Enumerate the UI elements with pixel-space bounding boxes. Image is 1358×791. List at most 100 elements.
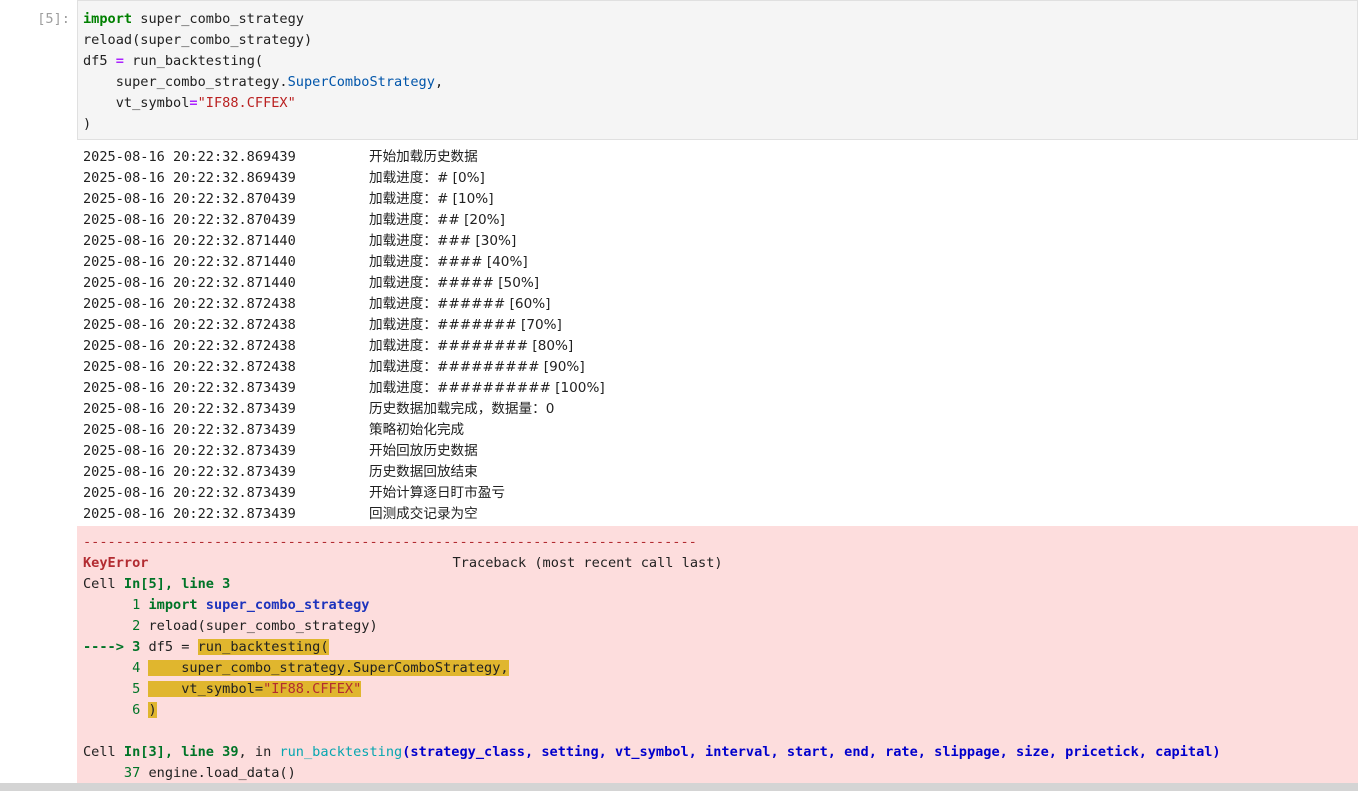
log-timestamp: 2025-08-16 20:22:32.872438 [83,317,296,333]
cell-word: Cell [83,744,124,760]
log-row: 2025-08-16 20:22:32.872438 加载进度：######## … [83,336,605,357]
code-text: df5 [83,53,116,69]
code-line-2: reload(super_combo_strategy) [83,30,443,51]
log-row: 2025-08-16 20:22:32.872438 加载进度：####### [… [83,315,605,336]
tb-line-3: ----> 3 df5 = run_backtesting( [83,637,1221,658]
highlighted-string: "IF88.CFFEX" [263,681,362,697]
log-message: 开始回放历史数据 [369,443,478,459]
cell-line-ref: line 39 [181,744,239,760]
error-type: KeyError [83,555,149,571]
highlighted-code: run_backtesting( [197,639,329,655]
log-timestamp: 2025-08-16 20:22:32.873439 [83,380,296,396]
log-timestamp: 2025-08-16 20:22:32.873439 [83,422,296,438]
error-traceback: ----------------------------------------… [77,526,1358,791]
log-timestamp: 2025-08-16 20:22:32.871440 [83,275,296,291]
log-row: 2025-08-16 20:22:32.871440 加载进度：#### [40%… [83,252,605,273]
tb-line-6: 6 ) [83,700,1221,721]
log-timestamp: 2025-08-16 20:22:32.872438 [83,338,296,354]
code-text: df5 = [148,639,198,655]
code-text: run_backtesting( [123,53,264,69]
log-row: 2025-08-16 20:22:32.873439 开始回放历史数据 [83,441,605,462]
horizontal-scrollbar[interactable] [0,783,1358,791]
module-name: super_combo_strategy [197,597,370,613]
code-cell-editor[interactable]: import super_combo_strategy reload(super… [77,0,1358,140]
traceback-header: KeyError Traceback (most recent call last… [83,553,1221,574]
log-message: 加载进度：######## [80%] [369,338,574,354]
log-row: 2025-08-16 20:22:32.871440 加载进度：### [30%] [83,231,605,252]
log-timestamp: 2025-08-16 20:22:32.873439 [83,401,296,417]
highlighted-code: vt_symbol= [148,681,264,697]
traceback-separator: ----------------------------------------… [83,534,697,550]
keyword-import: import [148,597,198,613]
log-timestamp: 2025-08-16 20:22:32.873439 [83,485,296,501]
traceback-cell-ref-2: Cell In[3], line 39, in run_backtesting(… [83,742,1221,763]
operator: = [115,53,124,69]
log-timestamp: 2025-08-16 20:22:32.873439 [83,506,296,522]
cell-word: Cell [83,576,124,592]
line-number: 5 [83,681,149,697]
log-row: 2025-08-16 20:22:32.872438 加载进度：#########… [83,357,605,378]
log-timestamp: 2025-08-16 20:22:32.873439 [83,464,296,480]
log-timestamp: 2025-08-16 20:22:32.869439 [83,170,296,186]
line-number: 1 [83,597,149,613]
log-message: 策略初始化完成 [369,422,465,438]
operator: = [189,95,198,111]
code-line-4: super_combo_strategy.SuperComboStrategy, [83,72,443,93]
code-text: reload(super_combo_strategy) [83,32,313,48]
log-message: 历史数据回放结束 [369,464,478,480]
log-message: 加载进度：########## [100%] [369,380,605,396]
tb-line-4: 4 super_combo_strategy.SuperComboStrateg… [83,658,1221,679]
code-lines: import super_combo_strategy reload(super… [83,9,443,135]
function-args: (strategy_class, setting, vt_symbol, int… [402,744,1221,760]
tb-line-2: 2 reload(super_combo_strategy) [83,616,1221,637]
log-message: 回测成交记录为空 [369,506,478,522]
log-message: 加载进度：### [30%] [369,233,517,249]
code-text: vt_symbol [83,95,190,111]
tb-line-1: 1 import super_combo_strategy [83,595,1221,616]
log-row: 2025-08-16 20:22:32.870439 加载进度：## [20%] [83,210,605,231]
sep: , [164,744,182,760]
code-text: super_combo_strategy [132,11,304,27]
log-row: 2025-08-16 20:22:32.873439 开始计算逐日盯市盈亏 [83,483,605,504]
cell-line-ref: line 3 [181,576,231,592]
log-timestamp: 2025-08-16 20:22:32.873439 [83,443,296,459]
code-line-5: vt_symbol="IF88.CFFEX" [83,93,443,114]
in-word: , in [238,744,280,760]
log-row: 2025-08-16 20:22:32.869439 开始加载历史数据 [83,147,605,168]
log-message: 加载进度：# [10%] [369,191,494,207]
log-message: 开始计算逐日盯市盈亏 [369,485,505,501]
log-timestamp: 2025-08-16 20:22:32.872438 [83,359,296,375]
log-message: 历史数据加载完成，数据量：0 [369,401,555,417]
cell-in-ref: In[3] [123,744,165,760]
log-message: 加载进度：##### [50%] [369,275,540,291]
line-number: 4 [83,660,149,676]
log-row: 2025-08-16 20:22:32.873439 加载进度：#########… [83,378,605,399]
log-message: 加载进度：####### [70%] [369,317,562,333]
log-timestamp: 2025-08-16 20:22:32.870439 [83,212,296,228]
log-row: 2025-08-16 20:22:32.873439 历史数据加载完成，数据量：0 [83,399,605,420]
code-text: super_combo_strategy. [83,74,288,90]
log-message: 加载进度：######### [90%] [369,359,585,375]
traceback-label: Traceback (most recent call last) [452,555,723,571]
traceback-cell-ref: Cell In[5], line 3 [83,574,1221,595]
cell-in-ref: In[5] [123,576,165,592]
log-message: 加载进度：## [20%] [369,212,505,228]
log-row: 2025-08-16 20:22:32.870439 加载进度：# [10%] [83,189,605,210]
log-message: 开始加载历史数据 [369,149,478,165]
line-number: 2 [83,618,149,634]
log-row: 2025-08-16 20:22:32.869439 加载进度：# [0%] [83,168,605,189]
keyword-import: import [83,11,133,27]
log-timestamp: 2025-08-16 20:22:32.872438 [83,296,296,312]
code-text: ) [83,116,92,132]
log-row: 2025-08-16 20:22:32.873439 策略初始化完成 [83,420,605,441]
log-timestamp: 2025-08-16 20:22:32.870439 [83,191,296,207]
function-name: run_backtesting [279,744,403,760]
code-attribute: SuperComboStrategy [287,74,435,90]
error-arrow: ----> 3 [83,639,149,655]
log-message: 加载进度：###### [60%] [369,296,551,312]
tb-line-5: 5 vt_symbol="IF88.CFFEX" [83,679,1221,700]
highlighted-code: ) [148,702,157,718]
code-text: engine.load_data() [148,765,296,781]
line-number: 6 [83,702,149,718]
